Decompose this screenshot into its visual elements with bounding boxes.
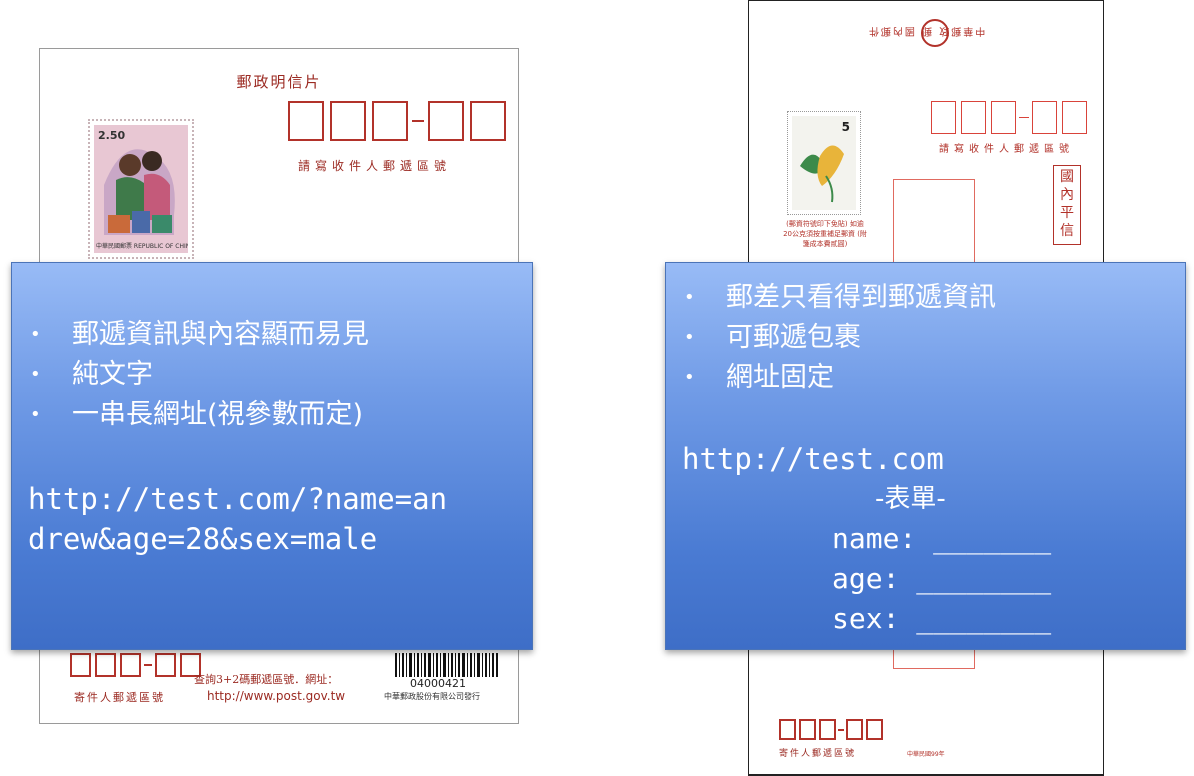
get-request-callout: • 郵遞資訊與內容顯而易見 • 純文字 • 一串長網址(視參數而定) http://t… <box>11 262 533 650</box>
bullet-text: 純文字 <box>72 359 153 390</box>
sender-zip-label: 寄件人郵遞區號 <box>74 691 165 704</box>
postcard-title: 郵政明信片 <box>236 73 322 91</box>
sender-zip-boxes <box>70 653 205 677</box>
zip-query-text: 查詢3+2碼郵遞區號．網址： <box>194 673 339 686</box>
envelope-stamp: 5 <box>787 111 861 215</box>
recipient-zip-label: 請寫收件人郵遞區號 <box>298 159 452 173</box>
bullet-text: 網址固定 <box>726 362 834 393</box>
recipient-zip-boxes <box>288 101 512 141</box>
bullet-item: • 郵遞資訊與內容顯而易見 <box>30 319 369 350</box>
stamp-value: 2.50 <box>98 129 126 142</box>
postal-seal-icon <box>921 19 949 47</box>
envelope-zip-label: 請寫收件人郵遞區號 <box>939 144 1074 155</box>
form-name-field: name: _______ <box>832 522 1052 555</box>
bullet-item: • 網址固定 <box>684 362 834 393</box>
envelope-sender-label: 寄件人郵遞區號 <box>779 749 857 759</box>
get-url-line-2: drew&age=28&sex=male <box>28 522 378 556</box>
barcode-number: 04000421 <box>410 677 466 690</box>
envelope-stamp-value: 5 <box>841 120 850 134</box>
post-request-callout: • 郵差只看得到郵遞資訊 • 可郵遞包裹 • 網址固定 http://test.com… <box>665 262 1186 650</box>
envelope-sender-zip-boxes <box>779 719 886 740</box>
issuer-text: 中華郵政股份有限公司發行 <box>384 692 480 701</box>
form-sex-field: sex: ________ <box>832 602 1052 635</box>
bullet-item: • 純文字 <box>30 359 153 390</box>
domestic-mail-box: 國內平信 <box>1053 165 1081 245</box>
envelope-stamp-note: (郵資符號印下免貼) 如逾20公克須按重補足郵資 (附箋成本費貳圓) <box>783 220 867 248</box>
post-bullet-list: • 郵差只看得到郵遞資訊 • 可郵遞包裹 • 網址固定 <box>666 278 996 398</box>
bullet-text: 郵遞資訊與內容顯而易見 <box>72 319 369 350</box>
postal-url: http://www.post.gov.tw <box>207 689 346 703</box>
postage-stamp: 2.50 中華民國郵票 REPUBLIC OF CHINA (TAIWAN) <box>88 119 194 259</box>
bullet-item: • 郵差只看得到郵遞資訊 <box>684 282 996 313</box>
form-title: -表單- <box>875 484 946 514</box>
bullet-item: • 一串長網址(視參數而定) <box>30 399 364 430</box>
barcode <box>395 653 498 677</box>
form-age-field: age: ________ <box>832 562 1052 595</box>
stamp-caption: 中華民國郵票 REPUBLIC OF CHINA (TAIWAN) <box>96 243 188 250</box>
bullet-text: 可郵遞包裹 <box>726 322 861 353</box>
bullet-text: 一串長網址(視參數而定) <box>72 399 364 430</box>
envelope-year: 中華民國99年 <box>907 751 945 758</box>
get-bullet-list: • 郵遞資訊與內容顯而易見 • 純文字 • 一串長網址(視參數而定) <box>12 315 369 435</box>
bullet-item: • 可郵遞包裹 <box>684 322 861 353</box>
get-url-line-1: http://test.com/?name=an <box>28 482 448 516</box>
post-url: http://test.com <box>682 442 944 476</box>
envelope-zip-boxes <box>931 101 1092 134</box>
bullet-text: 郵差只看得到郵遞資訊 <box>726 282 996 313</box>
